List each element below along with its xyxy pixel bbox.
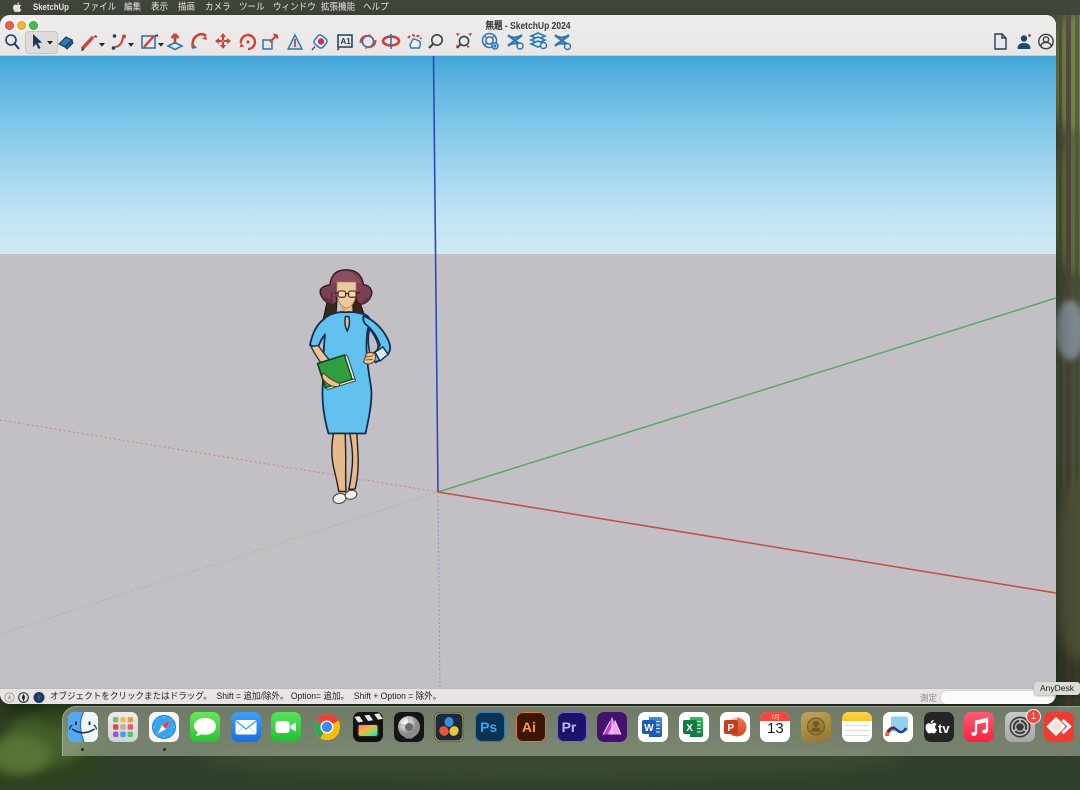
svg-text:tv: tv: [938, 721, 950, 736]
svg-text:A1: A1: [341, 37, 352, 46]
svg-text:W: W: [644, 723, 654, 734]
svg-text:X: X: [686, 723, 693, 734]
svg-text:P: P: [727, 723, 734, 734]
